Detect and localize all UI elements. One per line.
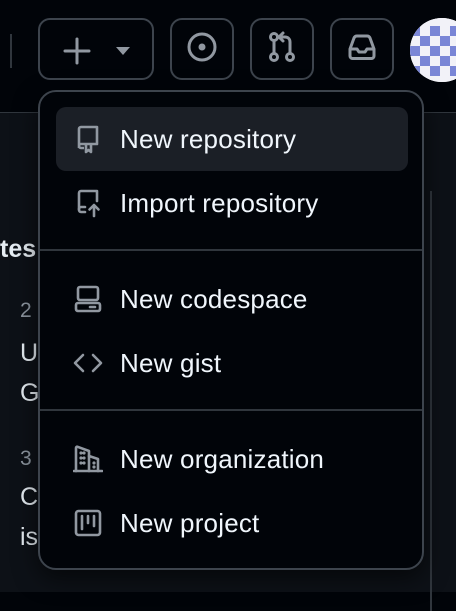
plus-icon (60, 34, 94, 73)
menu-item-label: New project (120, 507, 260, 538)
menu-item-label: New organization (120, 443, 325, 474)
menu-item-label: New codespace (120, 283, 308, 314)
repo-icon (72, 123, 104, 155)
project-icon (72, 507, 104, 539)
codespaces-icon (72, 283, 104, 315)
menu-divider (40, 409, 422, 411)
background-line: C (20, 483, 39, 511)
user-avatar[interactable] (410, 18, 456, 82)
menu-item-label: Import repository (120, 187, 319, 218)
menu-divider (40, 249, 422, 251)
menu-item-new-gist[interactable]: New gist (56, 331, 408, 395)
menu-item-label: New repository (120, 123, 297, 154)
git-pull-request-icon (265, 30, 299, 69)
inbox-icon (345, 30, 379, 69)
repo-push-icon (72, 187, 104, 219)
header-divider (10, 34, 12, 68)
create-new-button[interactable] (38, 18, 154, 80)
code-icon (72, 347, 104, 379)
background-heading: tes (0, 235, 37, 263)
inbox-button[interactable] (330, 18, 394, 80)
menu-item-new-codespace[interactable]: New codespace (56, 267, 408, 331)
background-line: is (20, 523, 39, 551)
menu-item-label: New gist (120, 347, 222, 378)
menu-item-new-project[interactable]: New project (56, 491, 408, 555)
menu-item-import-repository[interactable]: Import repository (56, 171, 408, 235)
background-line: U (20, 339, 39, 367)
menu-item-new-organization[interactable]: New organization (56, 427, 408, 491)
menu-item-new-repository[interactable]: New repository (56, 107, 408, 171)
create-new-dropdown-menu: New repository Import repository New cod… (38, 90, 424, 570)
background-line: G (20, 379, 40, 407)
background-line: 2 (20, 299, 32, 322)
issue-opened-icon (185, 30, 219, 69)
triangle-down-icon (114, 44, 132, 62)
organization-icon (72, 443, 104, 475)
pull-requests-button[interactable] (250, 18, 314, 80)
background-line: 3 (20, 447, 32, 470)
issues-button[interactable] (170, 18, 234, 80)
